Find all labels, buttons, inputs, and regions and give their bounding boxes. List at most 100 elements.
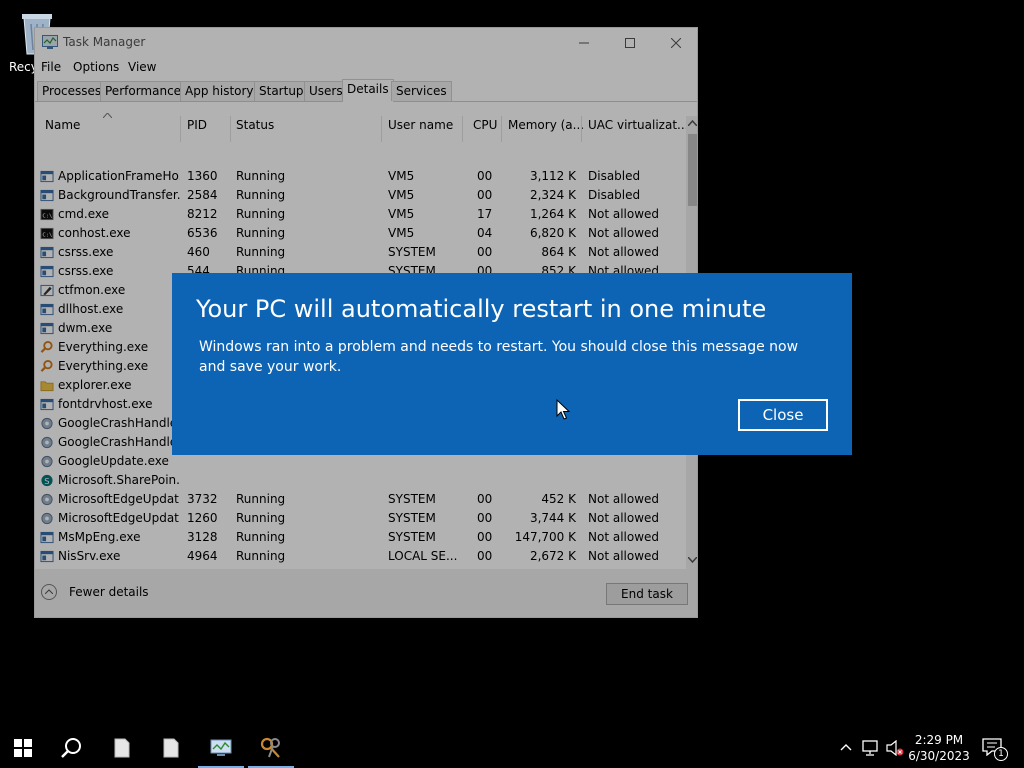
table-row[interactable]: NisSrv.exe 4964 Running LOCAL SE... 00 2,672 … bbox=[35, 547, 686, 566]
row-uac: Disabled bbox=[588, 169, 641, 183]
system-clock[interactable]: 2:29 PM 6/30/2023 bbox=[904, 732, 974, 764]
tab-app-history[interactable]: App history bbox=[180, 81, 259, 101]
scroll-down-icon[interactable] bbox=[688, 557, 697, 563]
table-row[interactable]: csrss.exe 460 Running SYSTEM 00 864 K Not allo… bbox=[35, 243, 686, 262]
title-bar[interactable]: Task Manager bbox=[35, 28, 697, 58]
row-name: conhost.exe bbox=[58, 226, 131, 240]
row-cpu: 00 bbox=[477, 245, 493, 259]
process-gear-icon bbox=[41, 493, 53, 506]
table-row[interactable]: C:\ cmd.exe 8212 Running VM5 17 1,264 K Not all… bbox=[35, 205, 686, 224]
taskbar-file-1[interactable] bbox=[99, 728, 145, 768]
row-status: Running bbox=[236, 245, 286, 259]
process-app-icon bbox=[40, 550, 54, 563]
row-memory: 1,264 K bbox=[529, 207, 576, 221]
network-icon[interactable] bbox=[862, 740, 880, 756]
close-button[interactable]: Close bbox=[738, 399, 828, 431]
row-status: Running bbox=[236, 188, 286, 202]
column-uac-virtualization[interactable]: UAC virtualizat... bbox=[588, 118, 688, 138]
task-manager-icon bbox=[42, 35, 58, 49]
row-user: VM5 bbox=[388, 188, 415, 202]
tab-startup[interactable]: Startup bbox=[254, 81, 309, 101]
table-row[interactable]: ApplicationFrameHo... 1360 Running VM5 00 3,1… bbox=[35, 167, 686, 186]
process-gear-icon bbox=[41, 512, 53, 525]
column-name[interactable]: Name bbox=[45, 118, 80, 138]
start-button[interactable] bbox=[0, 728, 46, 768]
column-divider[interactable] bbox=[501, 116, 502, 142]
row-cpu: 00 bbox=[477, 188, 493, 202]
row-name: GoogleUpdate.exe bbox=[58, 454, 169, 468]
row-cpu: 00 bbox=[477, 530, 493, 544]
process-gear-icon bbox=[41, 455, 53, 468]
minimize-button[interactable] bbox=[561, 28, 607, 58]
row-user: SYSTEM bbox=[388, 492, 436, 506]
close-window-button[interactable] bbox=[653, 28, 697, 58]
row-uac: Not allowed bbox=[588, 549, 660, 563]
show-hidden-icons-chevron-icon[interactable] bbox=[840, 743, 852, 751]
row-user: SYSTEM bbox=[388, 530, 436, 544]
taskbar-file-2[interactable] bbox=[148, 728, 194, 768]
process-app-icon bbox=[40, 189, 54, 202]
maximize-icon bbox=[625, 38, 635, 48]
column-divider[interactable] bbox=[581, 116, 582, 142]
row-memory: 3,112 K bbox=[529, 169, 576, 183]
table-row[interactable]: MicrosoftEdgeUpdat... 1260 Running SYSTEM 00… bbox=[35, 509, 686, 528]
column-memory[interactable]: Memory (a... bbox=[508, 118, 584, 138]
row-user: VM5 bbox=[388, 207, 415, 221]
column-divider[interactable] bbox=[180, 116, 181, 142]
menu-file[interactable]: File bbox=[41, 60, 61, 74]
row-pid: 3732 bbox=[187, 492, 218, 506]
process-gear-icon bbox=[41, 417, 53, 430]
process-app-icon bbox=[40, 531, 54, 544]
menu-options[interactable]: Options bbox=[73, 60, 119, 74]
row-uac: Not allowed bbox=[588, 226, 660, 240]
row-name: explorer.exe bbox=[58, 378, 132, 392]
column-pid[interactable]: PID bbox=[187, 118, 207, 138]
table-row[interactable]: BackgroundTransfer... 2584 Running VM5 00 2,3… bbox=[35, 186, 686, 205]
column-cpu[interactable]: CPU bbox=[473, 118, 497, 138]
table-row[interactable]: S Microsoft.SharePoin... bbox=[35, 471, 686, 490]
document-icon bbox=[163, 738, 179, 758]
table-row[interactable]: MicrosoftEdgeUpdat... 3732 Running SYSTEM 00… bbox=[35, 490, 686, 509]
row-name: ctfmon.exe bbox=[58, 283, 126, 297]
scrollbar-thumb[interactable] bbox=[688, 134, 697, 206]
search-button[interactable] bbox=[48, 728, 94, 768]
row-name: GoogleCrashHandler... bbox=[58, 435, 180, 449]
row-memory: 2,324 K bbox=[529, 188, 576, 202]
row-memory: 6,820 K bbox=[529, 226, 576, 240]
action-center-button[interactable]: 1 bbox=[982, 738, 1008, 761]
taskbar-everything[interactable] bbox=[248, 728, 294, 768]
maximize-button[interactable] bbox=[607, 28, 653, 58]
column-user-name[interactable]: User name bbox=[388, 118, 453, 138]
column-divider[interactable] bbox=[462, 116, 463, 142]
process-gear-icon bbox=[41, 436, 53, 449]
tab-performance[interactable]: Performance bbox=[100, 81, 187, 101]
tab-services[interactable]: Services bbox=[391, 81, 452, 101]
scroll-up-icon[interactable] bbox=[688, 120, 697, 126]
process-app-icon bbox=[40, 265, 54, 278]
tab-processes[interactable]: Processes bbox=[37, 81, 107, 101]
menu-bar: File Options View bbox=[35, 58, 697, 78]
column-divider[interactable] bbox=[381, 116, 382, 142]
row-name: csrss.exe bbox=[58, 264, 114, 278]
volume-muted-icon[interactable] bbox=[886, 740, 904, 756]
row-cpu: 04 bbox=[477, 226, 493, 240]
tab-details[interactable]: Details bbox=[342, 79, 394, 102]
menu-view[interactable]: View bbox=[128, 60, 156, 74]
clock-time: 2:29 PM bbox=[914, 733, 964, 747]
notification-count-badge: 1 bbox=[994, 747, 1008, 761]
row-user: VM5 bbox=[388, 169, 415, 183]
column-divider[interactable] bbox=[230, 116, 231, 142]
row-memory: 864 K bbox=[541, 245, 576, 259]
row-status: Running bbox=[236, 530, 286, 544]
table-row[interactable]: C:\ conhost.exe 6536 Running VM5 04 6,820 K Not… bbox=[35, 224, 686, 243]
row-memory: 3,744 K bbox=[529, 511, 576, 525]
row-pid: 1360 bbox=[187, 169, 218, 183]
column-status[interactable]: Status bbox=[236, 118, 274, 138]
restart-dialog: Your PC will automatically restart in on… bbox=[172, 273, 852, 455]
process-magnifier-icon bbox=[40, 341, 53, 353]
end-task-button[interactable]: End task bbox=[606, 583, 688, 605]
row-cpu: 17 bbox=[477, 207, 493, 221]
taskbar-task-manager[interactable] bbox=[198, 728, 244, 768]
table-row[interactable]: MsMpEng.exe 3128 Running SYSTEM 00 147,700 K N… bbox=[35, 528, 686, 547]
process-folder-icon bbox=[40, 381, 54, 392]
